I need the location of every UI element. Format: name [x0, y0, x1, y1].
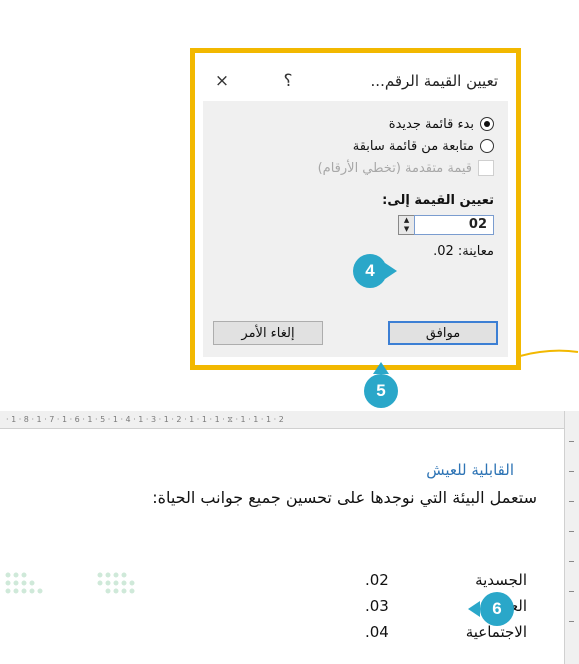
step-6-pointer — [468, 601, 480, 617]
spin-up-icon[interactable]: ▲ — [404, 216, 409, 225]
preview-text: معاينة: 02. — [433, 244, 494, 259]
document-sentence: ستعمل البيئة التي نوجدها على تحسين جميع … — [152, 488, 537, 507]
step-5-callout: 5 — [364, 374, 398, 408]
titlebar-buttons: × ؟ — [213, 71, 297, 91]
dialog-title: تعيين القيمة الرقم... — [370, 72, 498, 90]
list-item-text: الجسدية — [475, 571, 527, 589]
list-item-number: .03 — [365, 597, 389, 615]
new-list-radio[interactable] — [480, 117, 494, 131]
document-heading: القابلية للعيش — [426, 461, 514, 479]
step-6-callout: 6 — [480, 592, 514, 626]
cancel-button[interactable]: إلغاء الأمر — [213, 321, 323, 345]
spin-down-icon[interactable]: ▼ — [404, 225, 409, 234]
watermark-logo — [5, 572, 135, 594]
connector-line — [520, 349, 579, 357]
vertical-ruler — [564, 411, 579, 664]
vruler-tick — [569, 471, 574, 472]
step-5-pointer — [373, 362, 389, 374]
new-list-label: بدء قائمة جديدة — [388, 116, 474, 132]
dialog-highlight-frame: تعيين القيمة الرقم... × ؟ بدء قائمة جديد… — [190, 48, 521, 370]
vruler-tick — [569, 561, 574, 562]
horizontal-ruler: · 1 · 8 · 1 · 7 · 1 · 6 · 1 · 5 · 1 · 4 … — [0, 411, 565, 429]
continue-list-radio[interactable] — [480, 139, 494, 153]
advance-value-label: قيمة متقدمة (تخطي الأرقام) — [317, 160, 472, 176]
list-item: .02 الجسدية — [365, 571, 527, 593]
dialog-buttons: موافق إلغاء الأمر — [213, 321, 498, 345]
step-4-callout: 4 — [353, 254, 387, 288]
document-page: · 1 · 8 · 1 · 7 · 1 · 6 · 1 · 5 · 1 · 4 … — [0, 411, 579, 664]
option-new-list[interactable]: بدء قائمة جديدة — [217, 113, 494, 135]
help-icon[interactable]: ؟ — [279, 71, 297, 91]
ok-button[interactable]: موافق — [388, 321, 498, 345]
step-4-pointer — [385, 263, 397, 279]
list-item-number: .02 — [365, 571, 389, 589]
vruler-tick — [569, 621, 574, 622]
vruler-tick — [569, 591, 574, 592]
spinner-buttons[interactable]: ▲ ▼ — [398, 215, 414, 235]
continue-list-label: متابعة من قائمة سابقة — [352, 138, 474, 154]
dialog-body: بدء قائمة جديدة متابعة من قائمة سابقة قي… — [203, 101, 508, 357]
vruler-tick — [569, 441, 574, 442]
dialog-titlebar: تعيين القيمة الرقم... × ؟ — [203, 61, 508, 101]
list-item: .04 الاجتماعية — [365, 623, 527, 645]
value-input[interactable]: 02 — [414, 215, 494, 235]
close-icon[interactable]: × — [213, 71, 231, 91]
list-item-number: .04 — [365, 623, 389, 641]
set-numbering-value-dialog: تعيين القيمة الرقم... × ؟ بدء قائمة جديد… — [203, 61, 508, 357]
value-spinner: 02 ▲ ▼ — [217, 212, 494, 238]
option-continue-list[interactable]: متابعة من قائمة سابقة — [217, 135, 494, 157]
vruler-tick — [569, 501, 574, 502]
advance-value-checkbox — [478, 160, 494, 176]
set-value-label: تعيين القيمة إلى: — [382, 193, 494, 208]
option-advance-value: قيمة متقدمة (تخطي الأرقام) — [217, 157, 494, 179]
vruler-tick — [569, 531, 574, 532]
